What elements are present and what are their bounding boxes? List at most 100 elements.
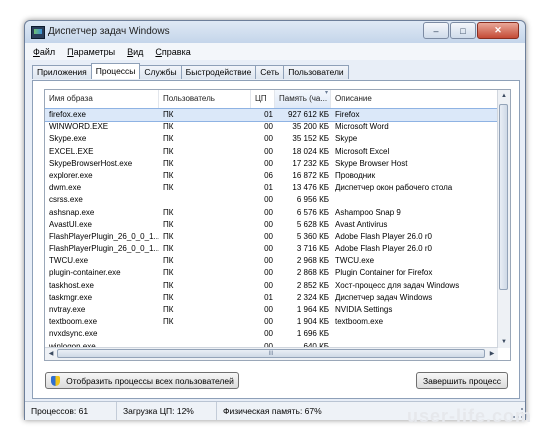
- tab-networking[interactable]: Сеть: [255, 65, 285, 79]
- process-row[interactable]: nvtray.exe ПК 00 1 964 КБ NVIDIA Settings: [45, 304, 498, 316]
- processes-panel: Имя образа Пользователь ЦП Память (ча...…: [32, 80, 520, 399]
- process-name: taskhost.exe: [49, 280, 94, 290]
- process-row[interactable]: dwm.exe ПК 01 13 476 КБ Диспетчер окон рабоч…: [45, 182, 498, 194]
- process-user: ПК: [163, 158, 174, 168]
- scroll-down-icon[interactable]: ▼: [498, 336, 510, 348]
- process-row[interactable]: csrss.exe 00 6 956 КБ: [45, 194, 498, 206]
- end-process-button[interactable]: Завершить процесс: [416, 372, 508, 389]
- process-memory: 35 200 КБ: [292, 122, 329, 132]
- process-description: Проводник: [335, 170, 376, 180]
- column-user[interactable]: Пользователь: [159, 90, 251, 108]
- process-cpu: 00: [264, 219, 273, 229]
- process-description: Microsoft Word: [335, 122, 389, 132]
- process-cpu: 00: [264, 195, 273, 205]
- title-bar[interactable]: Диспетчер задач Windows – □ ✕: [25, 21, 525, 43]
- process-user: ПК: [163, 280, 174, 290]
- process-row[interactable]: ashsnap.exe ПК 00 6 576 КБ Ashampoo Snap 9: [45, 207, 498, 219]
- tab-processes[interactable]: Процессы: [90, 63, 141, 79]
- process-row[interactable]: plugin-container.exe ПК 00 2 868 КБ Plugin C…: [45, 267, 498, 279]
- show-all-processes-button[interactable]: Отобразить процессы всех пользователей: [45, 372, 239, 389]
- column-image-name[interactable]: Имя образа: [45, 90, 159, 108]
- process-name: firefox.exe: [49, 110, 86, 119]
- process-row[interactable]: FlashPlayerPlugin_26_0_0_1... ПК 00 3 716 К…: [45, 243, 498, 255]
- process-description: Microsoft Excel: [335, 146, 390, 156]
- show-all-processes-label: Отобразить процессы всех пользователей: [66, 376, 234, 386]
- column-cpu[interactable]: ЦП: [251, 90, 275, 108]
- process-row[interactable]: taskhost.exe ПК 00 2 852 КБ Хост-процесс для…: [45, 280, 498, 292]
- process-row[interactable]: AvastUI.exe ПК 00 5 628 КБ Avast Antivirus: [45, 219, 498, 231]
- process-memory: 2 324 КБ: [296, 292, 329, 302]
- menu-file[interactable]: Файл: [33, 47, 55, 57]
- process-name: EXCEL.EXE: [49, 146, 94, 156]
- list-header: Имя образа Пользователь ЦП Память (ча...…: [45, 90, 498, 109]
- process-memory: 35 152 КБ: [292, 134, 329, 144]
- process-cpu: 00: [264, 158, 273, 168]
- process-name: SkypeBrowserHost.exe: [49, 158, 133, 168]
- watermark: user-life.com: [406, 406, 532, 426]
- process-row[interactable]: WINWORD.EXE ПК 00 35 200 КБ Microsoft Word: [45, 121, 498, 133]
- vertical-scroll-thumb[interactable]: [499, 104, 508, 290]
- minimize-button[interactable]: –: [423, 22, 449, 39]
- vertical-scrollbar[interactable]: ▲ ▼: [497, 90, 510, 348]
- process-memory: 6 576 КБ: [296, 207, 329, 217]
- process-row[interactable]: SkypeBrowserHost.exe ПК 00 17 232 КБ Skype B…: [45, 158, 498, 170]
- process-list[interactable]: Имя образа Пользователь ЦП Память (ча...…: [44, 89, 511, 361]
- tab-services[interactable]: Службы: [139, 65, 182, 79]
- horizontal-scroll-thumb[interactable]: III: [57, 349, 485, 358]
- process-memory: 2 868 КБ: [296, 268, 329, 278]
- scroll-up-icon[interactable]: ▲: [498, 90, 510, 102]
- process-user: ПК: [163, 207, 174, 217]
- menu-bar: Файл Параметры Вид Справка: [25, 43, 525, 60]
- process-cpu: 00: [264, 231, 273, 241]
- process-memory: 1 696 КБ: [296, 329, 329, 339]
- process-name: taskmgr.exe: [49, 292, 93, 302]
- process-description: Plugin Container for Firefox: [335, 268, 433, 278]
- process-user: ПК: [163, 292, 174, 302]
- process-description: Диспетчер задач Windows: [335, 292, 433, 302]
- uac-shield-icon: [51, 376, 60, 386]
- process-name: nvtray.exe: [49, 305, 86, 314]
- horizontal-scrollbar[interactable]: ◀ III ▶: [45, 347, 498, 360]
- process-description: NVIDIA Settings: [335, 305, 393, 314]
- process-user: ПК: [163, 183, 174, 193]
- process-memory: 5 360 КБ: [296, 231, 329, 241]
- process-name: plugin-container.exe: [49, 268, 121, 278]
- process-name: explorer.exe: [49, 170, 93, 180]
- process-user: ПК: [163, 244, 174, 254]
- process-row[interactable]: firefox.exe ПК 01 927 612 КБ Firefox: [45, 107, 499, 123]
- process-user: ПК: [163, 134, 174, 144]
- process-row[interactable]: textboom.exe ПК 00 1 904 КБ textboom.exe: [45, 316, 498, 328]
- close-button[interactable]: ✕: [477, 22, 519, 39]
- menu-view[interactable]: Вид: [127, 47, 143, 57]
- menu-options[interactable]: Параметры: [67, 47, 115, 57]
- scroll-left-icon[interactable]: ◀: [45, 348, 57, 360]
- process-memory: 17 232 КБ: [292, 158, 329, 168]
- maximize-button[interactable]: □: [450, 22, 476, 39]
- process-cpu: 00: [264, 268, 273, 278]
- tab-performance[interactable]: Быстродействие: [180, 65, 257, 79]
- process-user: ПК: [163, 110, 174, 119]
- menu-help[interactable]: Справка: [155, 47, 190, 57]
- process-row[interactable]: FlashPlayerPlugin_26_0_0_1... ПК 00 5 360 К…: [45, 231, 498, 243]
- tab-applications[interactable]: Приложения: [32, 65, 92, 79]
- process-user: ПК: [163, 256, 174, 266]
- process-name: AvastUI.exe: [49, 219, 92, 229]
- process-memory: 16 872 КБ: [292, 170, 329, 180]
- column-description[interactable]: Описание: [331, 90, 498, 108]
- process-row[interactable]: explorer.exe ПК 06 16 872 КБ Проводник: [45, 170, 498, 182]
- scroll-right-icon[interactable]: ▶: [486, 348, 498, 360]
- process-cpu: 00: [264, 244, 273, 254]
- process-cpu: 01: [264, 183, 273, 193]
- process-row[interactable]: EXCEL.EXE ПК 00 18 024 КБ Microsoft Excel: [45, 146, 498, 158]
- process-row[interactable]: Skype.exe ПК 00 35 152 КБ Skype: [45, 133, 498, 145]
- tab-strip: Приложения Процессы Службы Быстродействи…: [32, 63, 349, 80]
- process-name: csrss.exe: [49, 195, 83, 205]
- process-row[interactable]: nvxdsync.exe 00 1 696 КБ: [45, 328, 498, 340]
- process-cpu: 06: [264, 170, 273, 180]
- process-row[interactable]: TWCU.exe ПК 00 2 968 КБ TWCU.exe: [45, 255, 498, 267]
- column-memory[interactable]: Память (ча...: [275, 90, 331, 108]
- process-description: Ashampoo Snap 9: [335, 207, 401, 217]
- sort-descending-icon: ▾: [325, 90, 329, 96]
- tab-users[interactable]: Пользователи: [283, 65, 349, 79]
- process-row[interactable]: taskmgr.exe ПК 01 2 324 КБ Диспетчер задач W…: [45, 292, 498, 304]
